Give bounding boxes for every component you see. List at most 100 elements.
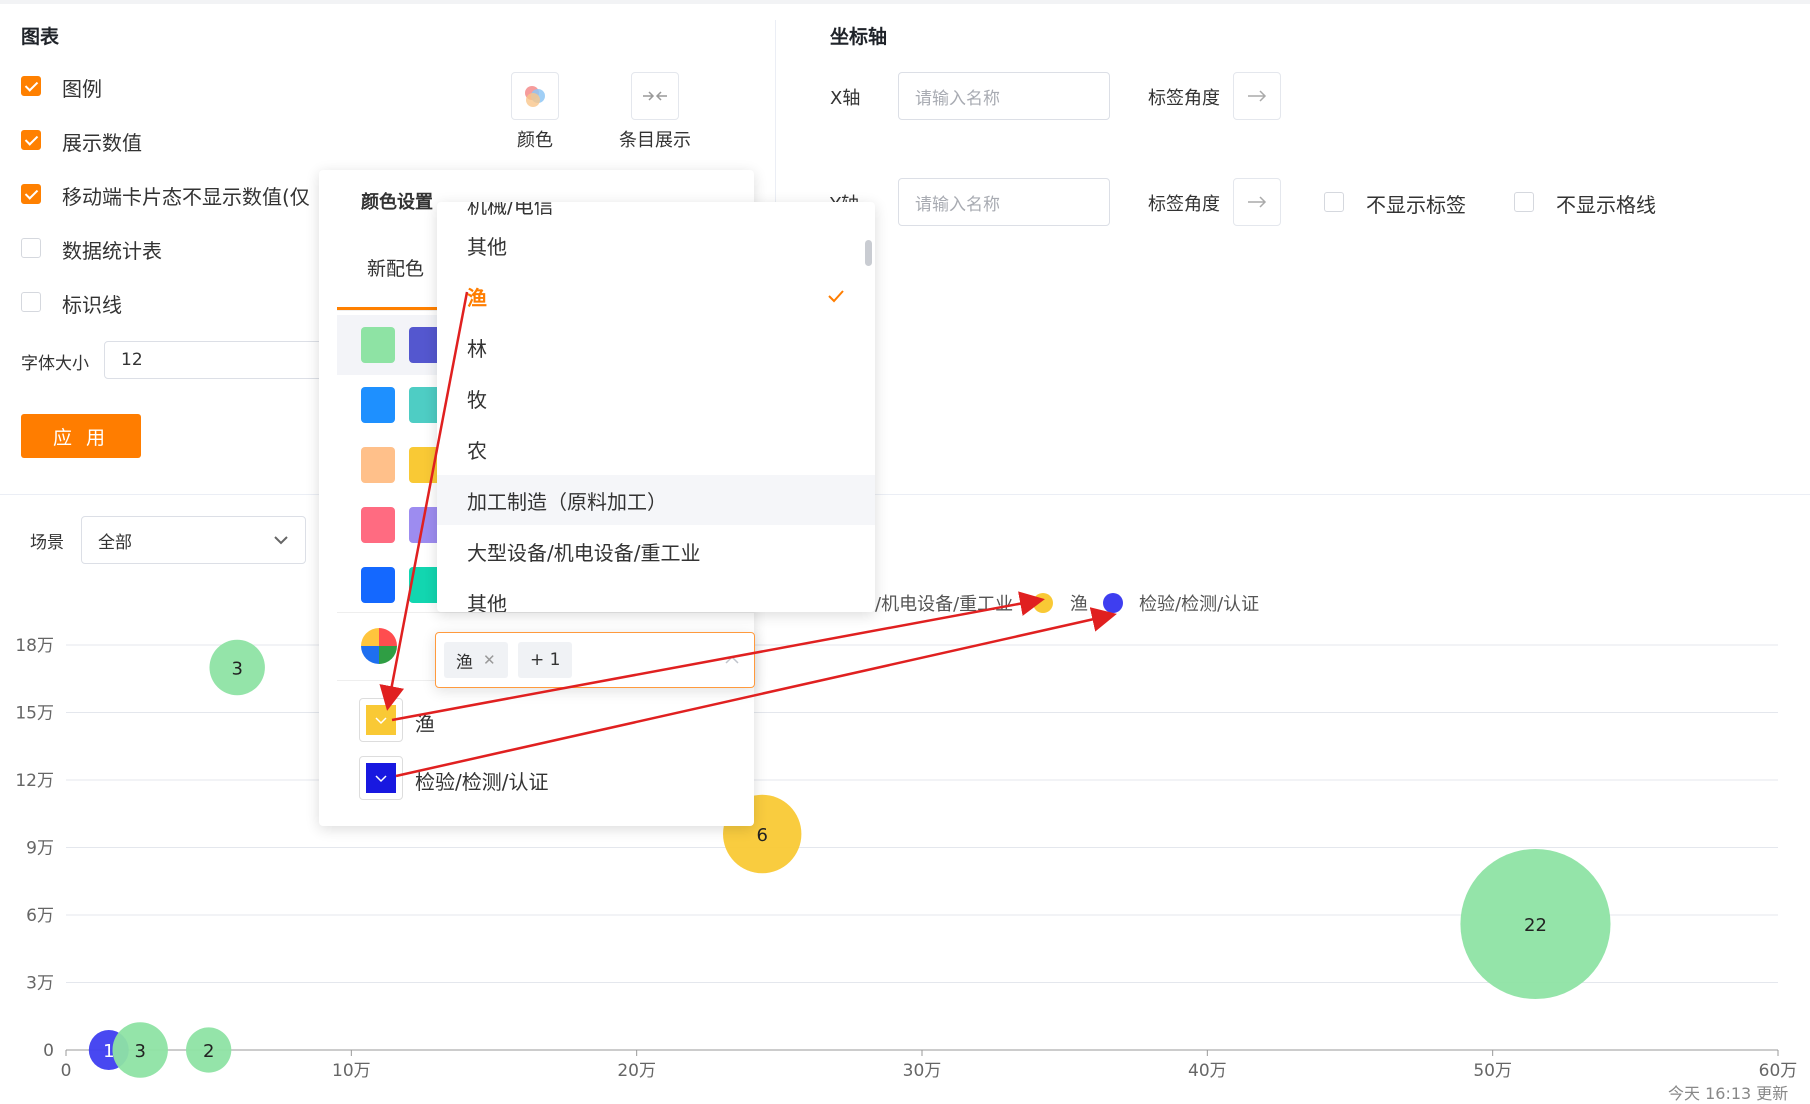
x-tick-label: 10万 xyxy=(332,1061,371,1081)
item-display-button[interactable] xyxy=(631,72,679,120)
color-circles-icon xyxy=(525,86,545,107)
dropdown-item-label: 加工制造（原料加工） xyxy=(467,489,667,514)
y-tick-label: 3万 xyxy=(26,974,54,994)
chevron-down-icon xyxy=(274,536,288,545)
axis-settings-title: 坐标轴 xyxy=(830,26,888,48)
font-size-input[interactable]: 12 xyxy=(104,341,324,379)
series-label-inspection: 检验/检测/认证 xyxy=(415,770,549,794)
legend-marker-yu xyxy=(1033,593,1053,613)
bubble-label: 6 xyxy=(756,825,767,846)
option-checkbox-4[interactable] xyxy=(21,292,41,312)
chevron-up-icon[interactable] xyxy=(724,655,740,665)
x-axis-name-input[interactable]: 请输入名称 xyxy=(898,72,1110,120)
x-tick-label: 20万 xyxy=(617,1061,656,1081)
option-label-0: 图例 xyxy=(62,77,102,101)
legend-label-inspection: 检验/检测/认证 xyxy=(1139,594,1260,615)
hide-labels-label: 不显示标签 xyxy=(1366,193,1466,217)
dropdown-item-0[interactable]: 其他 xyxy=(437,220,875,270)
series-swatch-inspection xyxy=(366,763,396,793)
update-note: 今天 16:13 更新 xyxy=(1668,1084,1789,1103)
hide-gridlines-label: 不显示格线 xyxy=(1556,193,1656,217)
x-tick-label: 0 xyxy=(61,1061,72,1081)
dropdown-item-6[interactable]: 大型设备/机电设备/重工业 xyxy=(437,526,875,576)
hide-gridlines-checkbox[interactable] xyxy=(1514,192,1534,212)
x-label-angle-button[interactable] xyxy=(1233,72,1281,120)
dropdown-item-2[interactable]: 林 xyxy=(437,322,875,372)
bubble-label: 22 xyxy=(1524,915,1547,936)
palette-swatch-3-0[interactable] xyxy=(361,507,395,543)
series-label-yu: 渔 xyxy=(415,712,435,736)
y-tick-label: 15万 xyxy=(15,704,54,724)
font-size-label: 字体大小 xyxy=(21,354,89,374)
color-settings-title: 颜色设置 xyxy=(361,192,433,213)
series-color-picker-yu[interactable] xyxy=(359,698,403,742)
arrow-right-icon xyxy=(1248,90,1267,102)
y-axis-name-input[interactable]: 请输入名称 xyxy=(898,178,1110,226)
option-checkbox-0[interactable] xyxy=(21,76,41,96)
select-wrapper: 渔 ✕ + 1 xyxy=(435,632,755,688)
color-button-label: 颜色 xyxy=(517,130,553,151)
dropdown-item-1[interactable]: 渔 xyxy=(437,271,875,321)
y-tick-label: 0 xyxy=(43,1041,54,1061)
scene-select-value: 全部 xyxy=(98,532,132,553)
x-tick-label: 50万 xyxy=(1473,1061,1512,1081)
item-display-label: 条目展示 xyxy=(619,130,691,151)
bubble-label: 3 xyxy=(134,1041,145,1062)
chart-settings-title: 图表 xyxy=(21,26,60,48)
category-multiselect[interactable]: 渔 ✕ + 1 xyxy=(435,632,755,688)
y-label-angle-label: 标签角度 xyxy=(1148,194,1220,215)
bubble-label: 3 xyxy=(231,659,242,680)
dropdown-item-3[interactable]: 牧 xyxy=(437,373,875,423)
check-icon xyxy=(828,290,844,303)
option-checkbox-3[interactable] xyxy=(21,238,41,258)
dropdown-scrollbar[interactable] xyxy=(865,240,872,266)
dropdown-item-7[interactable]: 其他 xyxy=(437,577,875,613)
x-tick-label: 40万 xyxy=(1188,1061,1227,1081)
palette-swatch-0-0[interactable] xyxy=(361,327,395,363)
chevron-down-icon xyxy=(375,775,387,783)
bubble-label: 2 xyxy=(203,1041,214,1062)
collapse-arrows-icon xyxy=(643,91,667,101)
section-divider xyxy=(0,494,1810,495)
palette-swatch-2-0[interactable] xyxy=(361,447,395,483)
selected-tag-more: + 1 xyxy=(518,642,573,678)
apply-button[interactable]: 应 用 xyxy=(21,414,141,458)
dropdown-item-label: 渔 xyxy=(467,285,487,310)
y-tick-label: 6万 xyxy=(26,906,54,926)
option-label-1: 展示数值 xyxy=(62,131,142,155)
dropdown-item-label: 其他 xyxy=(467,234,507,259)
dropdown-item-4[interactable]: 农 xyxy=(437,424,875,474)
x-label-angle-label: 标签角度 xyxy=(1148,88,1220,109)
x-tick-label: 30万 xyxy=(903,1061,942,1081)
y-label-angle-button[interactable] xyxy=(1233,178,1281,226)
bubble-chart: 03万6万9万12万15万18万0 10万 20万 30万 40万 50万 60万31 3 26… xyxy=(15,636,1797,1081)
palette-swatch-1-0[interactable] xyxy=(361,387,395,423)
tab-new-palette[interactable]: 新配色 xyxy=(367,254,424,281)
legend-marker-inspection xyxy=(1103,593,1123,613)
palette-divider xyxy=(337,612,754,613)
legend-item-partial: /机电设备/重工业 xyxy=(875,594,1014,615)
x-axis-label: X轴 xyxy=(830,88,861,109)
series-color-picker-inspection[interactable] xyxy=(359,756,403,800)
y-tick-label: 12万 xyxy=(15,771,54,791)
color-button[interactable] xyxy=(511,72,559,120)
hide-labels-checkbox[interactable] xyxy=(1324,192,1344,212)
selected-tag-yu: 渔 ✕ xyxy=(444,642,508,678)
palette-swatch-4-0[interactable] xyxy=(361,567,395,603)
scene-select[interactable]: 全部 xyxy=(81,516,306,564)
tag-close-icon[interactable]: ✕ xyxy=(483,651,496,669)
option-label-3: 数据统计表 xyxy=(62,239,162,263)
option-checkbox-1[interactable] xyxy=(21,130,41,150)
option-checkbox-2[interactable] xyxy=(21,184,41,204)
palette-icon[interactable] xyxy=(361,628,397,664)
top-divider xyxy=(0,0,1810,4)
dropdown-item-label: 大型设备/机电设备/重工业 xyxy=(467,540,701,565)
category-dropdown: 机械/电信 其他渔林牧农加工制造（原料加工） 大型设备/机电设备/重工业 其他 xyxy=(437,202,875,612)
series-swatch-yu xyxy=(366,705,396,735)
dropdown-item-5[interactable]: 加工制造（原料加工） xyxy=(437,475,875,525)
dropdown-partial-item[interactable]: 机械/电信 xyxy=(467,202,554,219)
dropdown-item-label: 其他 xyxy=(467,591,507,613)
dropdown-item-label: 林 xyxy=(467,336,487,361)
arrow-right-icon xyxy=(1248,196,1267,208)
y-tick-label: 18万 xyxy=(15,636,54,656)
